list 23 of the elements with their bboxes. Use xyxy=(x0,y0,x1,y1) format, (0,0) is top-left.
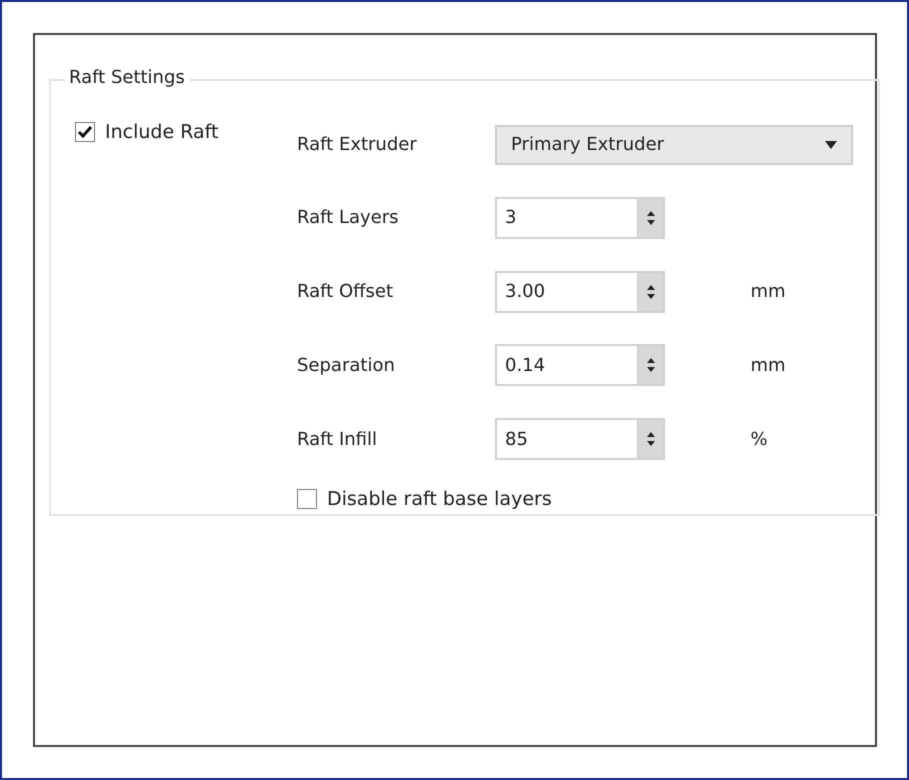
spin-arrows-icon[interactable] xyxy=(646,430,656,448)
field-label: Separation xyxy=(297,354,396,376)
checkbox[interactable] xyxy=(75,122,95,142)
checkbox-label: Disable raft base layers xyxy=(327,488,552,510)
spin-arrows-icon[interactable] xyxy=(646,356,656,374)
extruder-dropdown[interactable]: Primary Extruder xyxy=(495,124,853,165)
unit-label: mm xyxy=(750,354,787,376)
spin-box[interactable]: 3 xyxy=(495,196,665,239)
spin-box[interactable]: 0.14 xyxy=(495,344,665,386)
group-title: Raft Settings xyxy=(65,67,189,88)
unit-label: mm xyxy=(750,281,787,302)
spin-arrows-icon[interactable] xyxy=(646,282,656,301)
field-label: Raft Offset xyxy=(297,281,394,302)
field-label: Raft Layers xyxy=(297,207,400,228)
spin-box[interactable]: 3.00 xyxy=(495,270,665,313)
spin-arrows-icon[interactable] xyxy=(646,208,656,227)
checkbox-label: Include Raft xyxy=(105,121,218,143)
field-label: Raft Extruder xyxy=(297,134,418,156)
dropdown-caret-icon xyxy=(825,140,837,149)
unit-label: % xyxy=(750,428,769,450)
spin-box[interactable]: 85 xyxy=(495,418,665,460)
field-label: Raft Infill xyxy=(297,428,378,450)
checkbox[interactable] xyxy=(297,489,317,510)
